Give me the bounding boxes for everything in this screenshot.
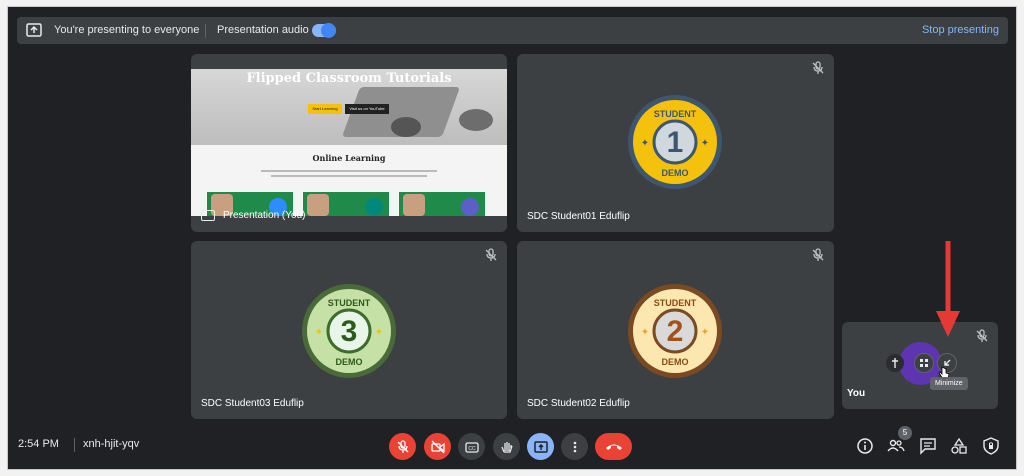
meet-window: You're presenting to everyone Presentati… — [7, 6, 1017, 470]
presentation-tile[interactable]: Flipped Classroom Tutorials Start Learni… — [191, 54, 507, 232]
svg-text:CC: CC — [468, 446, 476, 452]
hand-icon — [500, 441, 513, 453]
participant-tile-student03[interactable]: STUDENT 3 DEMO ✦ ✦ SDC Student03 Eduflip — [191, 241, 507, 419]
person-thumb — [403, 194, 425, 216]
meeting-code: xnh-hjit-yqv — [83, 438, 140, 450]
participant-name: SDC Student01 Eduflip — [527, 211, 630, 222]
badge-bottom-text: DEMO — [662, 168, 689, 178]
presentation-label-text: Presentation (You) — [223, 210, 306, 221]
mic-off-icon — [812, 61, 824, 74]
slide-youtube-button: Visit us on YouTube — [345, 104, 389, 114]
slide-thumbnail — [399, 192, 485, 216]
star-icon: ✦ — [375, 327, 383, 338]
star-icon: ✦ — [315, 327, 323, 338]
banner-divider — [205, 24, 206, 38]
camera-off-icon — [430, 440, 445, 453]
mic-off-icon — [397, 439, 408, 453]
slide-text-line — [271, 175, 427, 177]
slide-start-button: Start Learning — [308, 104, 342, 114]
activities-icon[interactable] — [950, 437, 968, 455]
badge-bottom-text: DEMO — [336, 357, 363, 367]
badge-number: 3 — [341, 315, 358, 348]
badge-bottom-text: DEMO — [662, 357, 689, 367]
stop-presenting-button[interactable]: Stop presenting — [922, 24, 999, 36]
mic-off-icon — [812, 248, 824, 261]
clock-time: 2:54 PM — [18, 438, 59, 450]
chat-icon[interactable] — [919, 437, 937, 455]
present-icon — [533, 440, 548, 453]
slide-title: Flipped Classroom Tutorials — [246, 71, 452, 86]
mic-off-icon — [976, 329, 988, 342]
self-view-tile[interactable]: Minimize You — [842, 322, 998, 409]
footer-divider — [74, 438, 75, 452]
presenting-banner: You're presenting to everyone Presentati… — [17, 17, 1008, 44]
slide-hero-image: Flipped Classroom Tutorials Start Learni… — [191, 69, 507, 145]
minimize-tooltip: Minimize — [930, 377, 968, 390]
student-badge-3: STUDENT 3 DEMO ✦ ✦ — [302, 284, 396, 378]
star-icon: ✦ — [641, 138, 649, 149]
slide-text-line — [261, 170, 437, 172]
meet-icon — [365, 198, 383, 216]
star-icon: ✦ — [641, 327, 649, 338]
badge-top-text: STUDENT — [328, 298, 371, 308]
present-now-button[interactable] — [527, 433, 554, 460]
teams-icon — [461, 198, 479, 216]
star-icon: ✦ — [701, 327, 709, 338]
shared-slide: Flipped Classroom Tutorials Start Learni… — [191, 69, 507, 216]
slide-thumbnail — [303, 192, 389, 216]
badge-top-text: STUDENT — [654, 298, 697, 308]
hang-up-icon — [605, 444, 622, 450]
captions-button[interactable]: CC — [458, 433, 485, 460]
more-options-button[interactable] — [561, 433, 588, 460]
student-badge-1: STUDENT 1 DEMO ✦ ✦ — [628, 95, 722, 189]
presentation-label: Presentation (You) — [201, 209, 306, 221]
layout-button[interactable] — [914, 353, 934, 373]
annotation-arrow — [936, 241, 960, 337]
participant-tile-student01[interactable]: STUDENT 1 DEMO ✦ ✦ SDC Student01 Eduflip — [517, 54, 834, 232]
toggle-knob — [321, 23, 336, 38]
participant-name: SDC Student02 Eduflip — [527, 398, 630, 409]
cup-graphic — [391, 117, 421, 137]
more-vert-icon — [573, 441, 576, 452]
cup-graphic — [459, 109, 493, 131]
grid-icon — [920, 359, 928, 367]
pin-button[interactable] — [886, 354, 904, 372]
camera-toggle-button[interactable] — [424, 433, 451, 460]
pin-icon — [892, 358, 898, 368]
present-screen-icon — [26, 23, 42, 37]
participant-name: SDC Student03 Eduflip — [201, 398, 304, 409]
badge-number: 2 — [667, 315, 684, 348]
mic-toggle-button[interactable] — [389, 433, 416, 460]
presentation-audio-toggle[interactable] — [312, 23, 336, 38]
badge-number: 1 — [667, 126, 684, 159]
mic-off-icon — [485, 248, 497, 261]
badge-top-text: STUDENT — [654, 109, 697, 119]
person-thumb — [307, 194, 329, 216]
raise-hand-button[interactable] — [493, 433, 520, 460]
presenting-text: You're presenting to everyone — [54, 24, 200, 36]
participant-count-badge: 5 — [898, 426, 912, 440]
captions-icon: CC — [464, 441, 479, 453]
student-badge-2: STUDENT 2 DEMO ✦ ✦ — [628, 284, 722, 378]
presentation-audio-label: Presentation audio — [217, 24, 309, 36]
present-icon — [201, 209, 215, 221]
star-icon: ✦ — [701, 138, 709, 149]
end-call-button[interactable] — [595, 433, 632, 460]
info-icon[interactable] — [856, 437, 874, 455]
participant-tile-student02[interactable]: STUDENT 2 DEMO ✦ ✦ SDC Student02 Eduflip — [517, 241, 834, 419]
slide-subtitle: Online Learning — [312, 153, 386, 163]
host-controls-icon[interactable] — [982, 437, 1000, 455]
self-name: You — [847, 388, 866, 399]
